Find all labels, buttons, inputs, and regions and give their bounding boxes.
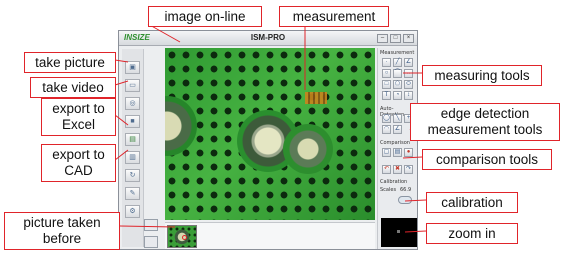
thumbnail-folder-button[interactable] (144, 236, 158, 248)
callout-picture-taken-before: picture taken before (4, 212, 120, 250)
edge-arc-icon: ◠ (383, 126, 390, 132)
arc-tool[interactable]: ⌒ (393, 69, 402, 78)
draw-tool-button[interactable]: ✎ (125, 187, 140, 200)
settings-button[interactable]: ⚙ (125, 205, 140, 218)
scales-label: Scales (380, 187, 397, 193)
radius-icon: ◔ (395, 92, 400, 98)
text-icon: T (384, 92, 389, 98)
ism-pro-window: INSIZE ISM-PRO – □ × ▣ ▭ ◎ ■ ▤ ▥ ↻ ✎ ⚙ M… (118, 30, 418, 250)
rotate-icon: ↻ (129, 172, 136, 179)
delete-icon: ✖ (394, 166, 401, 172)
edge-line-tool[interactable]: ╲ (393, 114, 402, 123)
point-icon: · (385, 59, 388, 65)
redo-tool[interactable]: ↷ (404, 165, 413, 174)
zoom-cursor (397, 230, 400, 233)
close-button[interactable]: × (403, 34, 414, 43)
cad-icon: ▥ (129, 154, 136, 161)
tool-panel: Measurement · ╱ ∠ ○ ⌒ ↔ □ ⬠ ⬭ T ◔ ↕ Auto… (377, 48, 417, 249)
take-video-button[interactable]: ▭ (125, 79, 140, 92)
height-icon: ↕ (407, 92, 410, 98)
delete-tool[interactable]: ✖ (393, 165, 402, 174)
ellipse-icon: ⬭ (405, 81, 412, 87)
edge-circle-tool[interactable]: ◯ (382, 114, 391, 123)
distance-icon: ↔ (405, 70, 412, 76)
circle-tool[interactable]: ○ (382, 69, 391, 78)
solder-pad (283, 124, 333, 174)
point-tool[interactable]: · (382, 58, 391, 67)
left-toolbar: ▣ ▭ ◎ ■ ▤ ▥ ↻ ✎ ⚙ (122, 49, 144, 247)
edge-arc-tool[interactable]: ◠ (382, 125, 391, 134)
compare-stop-tool[interactable]: ● (404, 148, 413, 157)
stop-icon: ● (406, 149, 411, 155)
polygon-icon: ⬠ (394, 81, 401, 87)
height-tool[interactable]: ↕ (404, 91, 413, 100)
solder-pad (165, 96, 197, 156)
stop-button[interactable]: ■ (125, 115, 140, 128)
circle-icon: ○ (384, 70, 389, 76)
callout-take-video: take video (30, 77, 116, 98)
scales-value: 66.9 (400, 187, 412, 193)
callout-export-cad: export to CAD (41, 144, 116, 182)
overlay-icon: ▤ (394, 149, 401, 155)
export-excel-button[interactable]: ▤ (125, 133, 140, 146)
rotate-button[interactable]: ↻ (125, 169, 140, 182)
callout-image-online: image on-line (148, 6, 262, 27)
redo-icon: ↷ (405, 166, 412, 172)
edge-angle-icon: ∠ (394, 126, 401, 132)
line-tool[interactable]: ╱ (393, 58, 402, 67)
rectangle-icon: □ (384, 81, 389, 87)
callout-comparison-tools: comparison tools (422, 149, 552, 170)
callout-edge-detection: edge detection measurement tools (410, 103, 560, 141)
ellipse-tool[interactable]: ⬭ (404, 80, 413, 89)
picture-thumbnail[interactable] (167, 225, 197, 248)
stop-icon: ■ (130, 118, 135, 125)
excel-icon: ▤ (129, 136, 136, 143)
angle-icon: ∠ (405, 59, 412, 65)
window-title-bar: INSIZE ISM-PRO – □ × (119, 31, 417, 46)
undo-icon: ↶ (383, 166, 390, 172)
callout-export-excel: export to Excel (41, 98, 116, 136)
rectangle-tool[interactable]: □ (382, 80, 391, 89)
export-cad-button[interactable]: ▥ (125, 151, 140, 164)
live-image-view[interactable] (165, 48, 375, 220)
calibration-panel-title: Calibration (380, 179, 408, 185)
thumbnail-strip (165, 222, 375, 249)
measurement-panel-title: Measurement (380, 50, 415, 56)
comparison-panel-title: Comparison (380, 140, 410, 146)
record-button[interactable]: ◎ (125, 97, 140, 110)
distance-tool[interactable]: ↔ (404, 69, 413, 78)
video-camera-icon: ▭ (129, 82, 136, 89)
undo-tool[interactable]: ↶ (382, 165, 391, 174)
thumbnail-nav-button[interactable] (144, 219, 158, 231)
compare-overlay-tool[interactable]: ▤ (393, 148, 402, 157)
minimize-button[interactable]: – (377, 34, 388, 43)
zoom-view (381, 218, 417, 247)
edge-circle-icon: ◯ (383, 115, 390, 121)
edge-line-icon: ╲ (395, 115, 400, 121)
folder-icon: ▢ (383, 149, 390, 155)
callout-measuring-tools: measuring tools (422, 65, 542, 86)
measurement-marker (305, 92, 327, 104)
record-icon: ◎ (129, 100, 136, 107)
callout-zoom-in: zoom in (426, 223, 518, 244)
pen-icon: ✎ (129, 190, 136, 197)
compare-open-tool[interactable]: ▢ (382, 148, 391, 157)
gear-icon: ⚙ (129, 208, 136, 215)
callout-measurement: measurement (279, 6, 389, 27)
text-tool[interactable]: T (382, 91, 391, 100)
line-icon: ╱ (395, 59, 400, 65)
callout-calibration: calibration (426, 192, 518, 213)
arc-icon: ⌒ (394, 70, 401, 76)
edge-angle-tool[interactable]: ∠ (393, 125, 402, 134)
polygon-tool[interactable]: ⬠ (393, 80, 402, 89)
calibration-button[interactable] (398, 196, 412, 204)
window-title: ISM-PRO (250, 33, 286, 42)
radius-tool[interactable]: ◔ (393, 91, 402, 100)
callout-take-picture: take picture (24, 52, 116, 73)
take-picture-button[interactable]: ▣ (125, 61, 140, 74)
thumbnail-marker (182, 235, 187, 240)
angle-tool[interactable]: ∠ (404, 58, 413, 67)
maximize-button[interactable]: □ (390, 34, 401, 43)
camera-icon: ▣ (129, 64, 136, 71)
